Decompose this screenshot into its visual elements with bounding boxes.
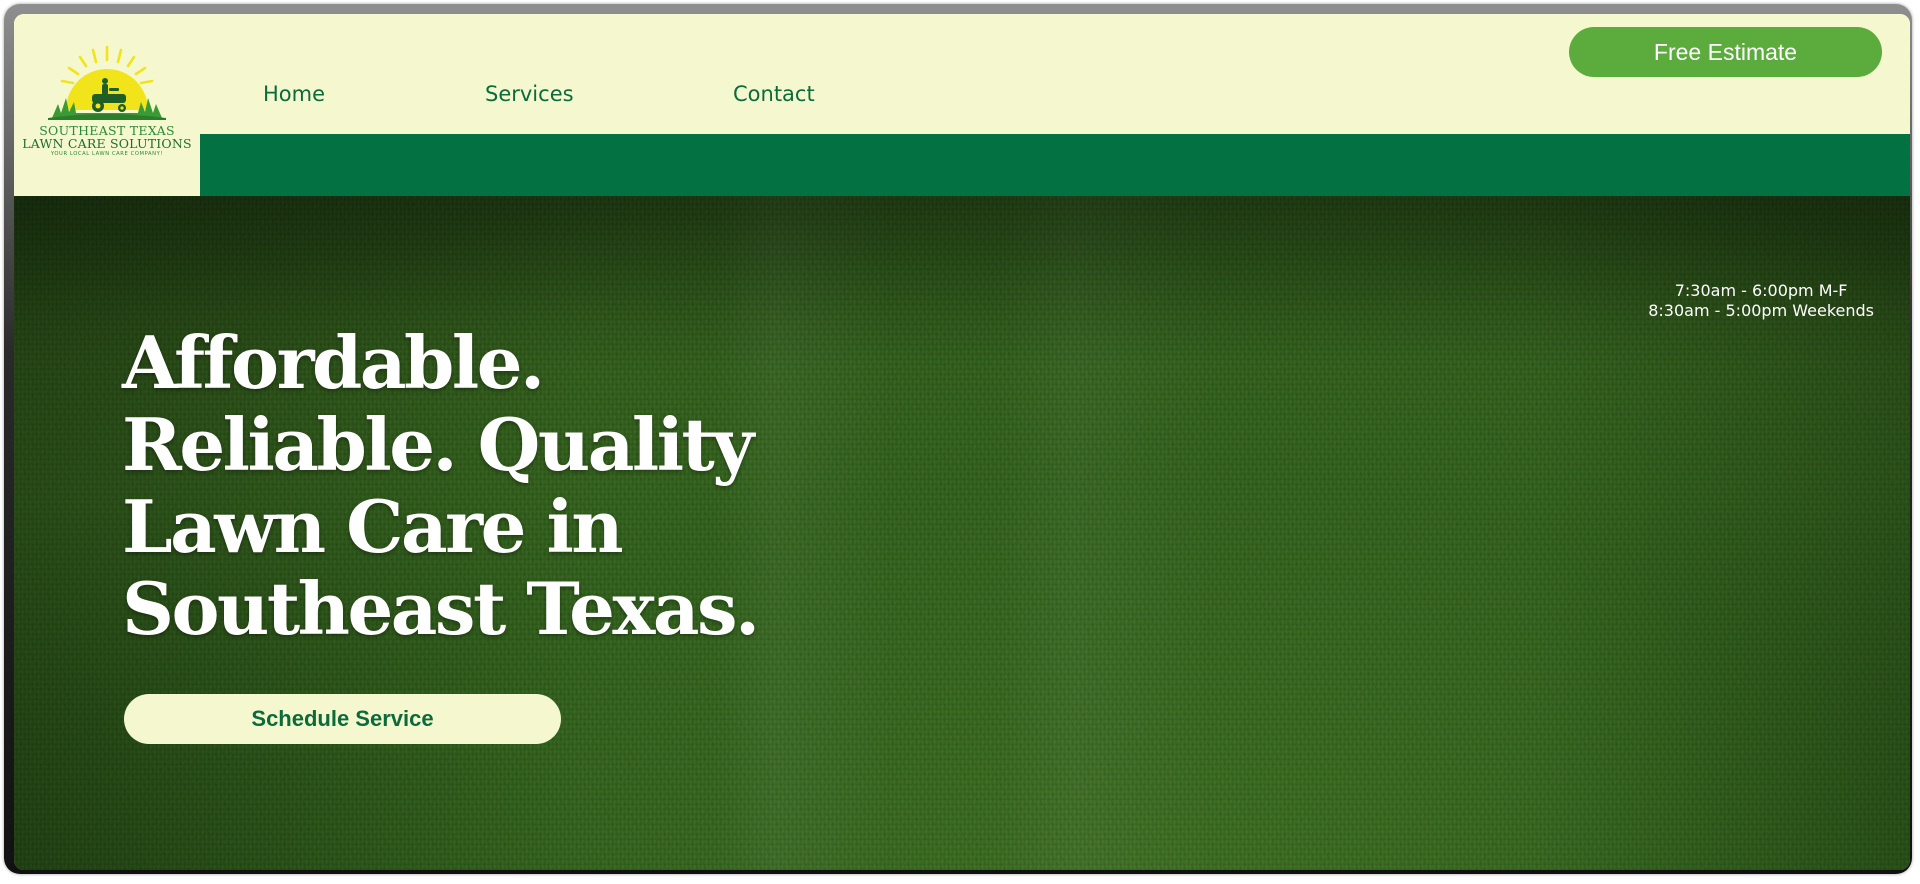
business-hours: 7:30am - 6:00pm M-F 8:30am - 5:00pm Week… — [1648, 281, 1874, 321]
headline-line: Lawn Care in — [122, 484, 624, 569]
site-header: SOUTHEAST TEXAS LAWN CARE SOLUTIONS YOUR… — [14, 14, 1910, 196]
site-logo[interactable]: SOUTHEAST TEXAS LAWN CARE SOLUTIONS YOUR… — [14, 14, 200, 196]
schedule-service-button[interactable]: Schedule Service — [124, 694, 561, 744]
logo-tagline: YOUR LOCAL LAWN CARE COMPANY! — [50, 151, 164, 157]
header-accent-band — [200, 134, 1910, 196]
hero-headline: Affordable. Reliable. Quality Lawn Care … — [122, 322, 822, 650]
headline-line: Reliable. Quality — [122, 402, 754, 487]
browser-frame: SOUTHEAST TEXAS LAWN CARE SOLUTIONS YOUR… — [4, 4, 1912, 874]
nav-home-link[interactable]: Home — [263, 82, 325, 106]
hero-section: 7:30am - 6:00pm M-F 8:30am - 5:00pm Week… — [14, 196, 1910, 870]
headline-line: Affordable. — [122, 320, 545, 405]
headline-line: Southeast Texas. — [122, 566, 760, 651]
hours-weekends: 8:30am - 5:00pm Weekends — [1648, 301, 1874, 320]
nav-contact-link[interactable]: Contact — [733, 82, 815, 106]
page-viewport: SOUTHEAST TEXAS LAWN CARE SOLUTIONS YOUR… — [14, 14, 1910, 870]
sun-mower-logo-icon — [48, 45, 166, 120]
logo-text-line2: LAWN CARE SOLUTIONS — [22, 136, 192, 151]
nav-services-link[interactable]: Services — [485, 82, 574, 106]
hours-weekdays: 7:30am - 6:00pm M-F — [1674, 281, 1848, 300]
free-estimate-button[interactable]: Free Estimate — [1569, 27, 1882, 77]
